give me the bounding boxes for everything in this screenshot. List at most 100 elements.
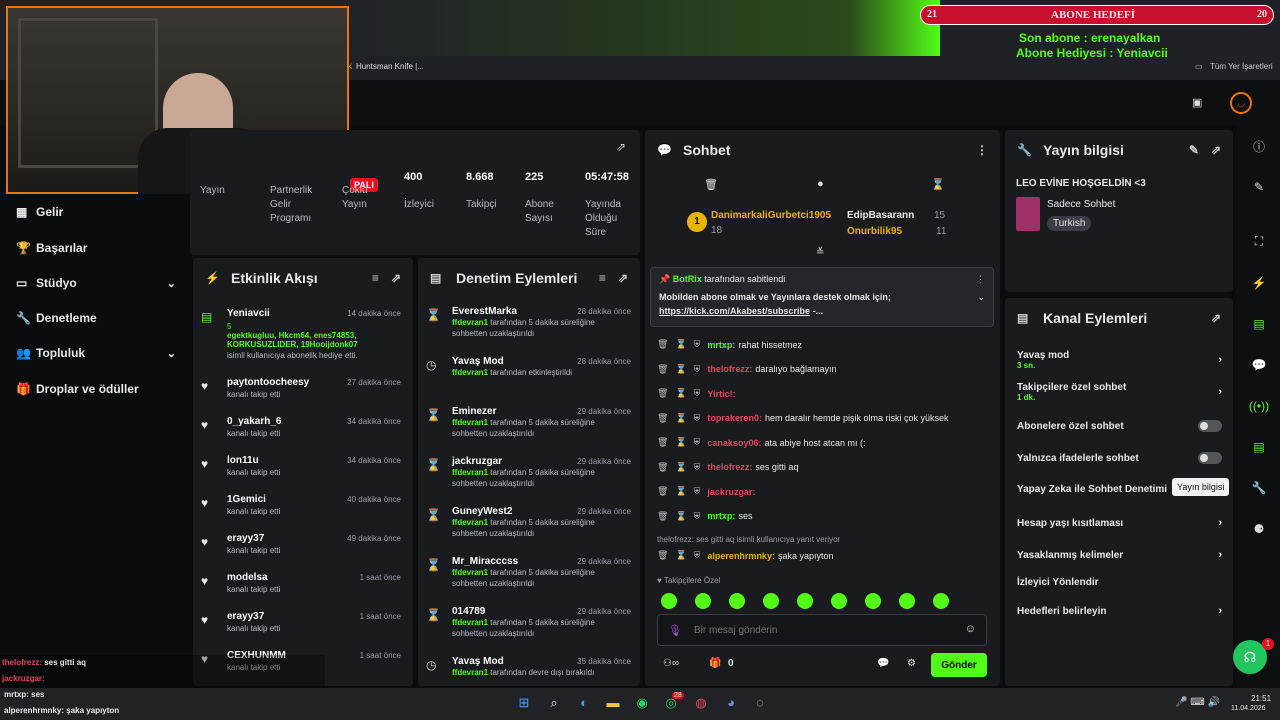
points-icon[interactable]: ⚇∞ xyxy=(663,658,679,669)
popout-icon[interactable]: ⇗ xyxy=(616,140,626,154)
hourglass-icon[interactable]: ⌛ xyxy=(675,364,686,375)
hourglass-icon[interactable]: ⌛ xyxy=(931,178,945,191)
trash-icon[interactable]: 🗑 xyxy=(657,388,668,399)
discord-icon[interactable]: ◕ xyxy=(721,695,741,715)
chat-bubble-icon[interactable]: ● xyxy=(817,178,824,190)
hourglass-icon[interactable]: ⌛ xyxy=(675,486,686,497)
sidebar-item-denetleme[interactable]: 🔧 Denetleme xyxy=(16,311,176,325)
channel-action-item[interactable]: Hesap yaşı kısıtlaması › xyxy=(1017,517,1222,529)
popout-icon[interactable]: ⇗ xyxy=(391,271,401,285)
shield-icon[interactable]: ⛨ xyxy=(694,364,701,375)
gift-icon[interactable]: 🎁 xyxy=(709,658,721,669)
trash-icon[interactable]: 🗑 xyxy=(657,511,668,522)
bolt-icon[interactable]: ⚡ xyxy=(1244,268,1274,298)
popout-icon[interactable]: ⇗ xyxy=(1211,311,1221,325)
trash-icon[interactable]: 🗑 xyxy=(657,437,668,448)
windows-start-icon[interactable]: ⊞ xyxy=(514,695,534,715)
trash-icon[interactable]: 🗑 xyxy=(657,364,668,375)
app-icon[interactable]: ◌ xyxy=(750,695,770,715)
popout-icon[interactable]: ⇗ xyxy=(1211,143,1221,157)
trash-icon[interactable]: 🗑 xyxy=(657,550,668,561)
sidebar-item-topluluk[interactable]: 👥 Topluluk ⌄ xyxy=(16,346,176,360)
hourglass-icon[interactable]: ⌛ xyxy=(675,550,686,561)
more-icon[interactable]: ⋮ xyxy=(976,274,985,285)
filter-icon[interactable]: ≡ xyxy=(372,271,379,285)
category-name[interactable]: Sadece Sohbet xyxy=(1047,199,1115,210)
sidebar-item-gelir[interactable]: ▦ Gelir xyxy=(16,205,176,219)
chat-input[interactable] xyxy=(694,622,944,638)
pinned-link[interactable]: https://kick.com/Akabest/subscribe xyxy=(659,306,810,316)
chevron-right-icon[interactable]: › xyxy=(1218,354,1222,366)
leader-1-name[interactable]: DanimarkaliGurbetci1905 xyxy=(711,210,831,221)
trash-icon[interactable]: 🗑 xyxy=(657,486,668,497)
spotify-icon[interactable]: ◉ xyxy=(632,695,652,715)
channel-action-item[interactable]: Yalnızca ifadelerle sohbet xyxy=(1017,452,1222,464)
add-widget-icon[interactable]: ⚈ xyxy=(1244,514,1274,544)
folder-icon[interactable]: ▬ xyxy=(603,695,623,715)
pencil-icon[interactable]: ✎ xyxy=(1244,172,1274,202)
trash-icon[interactable]: 🗑 xyxy=(657,462,668,473)
hourglass-icon[interactable]: ⌛ xyxy=(675,437,686,448)
broadcast-icon[interactable]: ((•)) xyxy=(1244,391,1274,421)
shield-icon[interactable]: ⛨ xyxy=(694,462,701,473)
sidebar-item-studyo[interactable]: ▭ Stüdyo ⌄ xyxy=(16,276,176,290)
channel-action-item[interactable]: Yasaklanmış kelimeler › xyxy=(1017,549,1222,561)
toggle-switch[interactable] xyxy=(1198,420,1222,432)
hourglass-icon[interactable]: ⌛ xyxy=(675,388,686,399)
sidebar-item-droplar[interactable]: 🎁 Droplar ve ödüller xyxy=(16,382,176,396)
emoji-icon[interactable]: ☺ xyxy=(965,623,976,635)
filter-icon[interactable]: ≡ xyxy=(599,271,606,285)
send-button[interactable]: Gönder xyxy=(931,653,987,677)
hourglass-icon[interactable]: ⌛ xyxy=(675,413,686,424)
trash-icon[interactable]: 🗑 xyxy=(704,178,718,191)
trash-icon[interactable]: 🗑 xyxy=(657,339,668,350)
edge-icon[interactable]: ◐ xyxy=(574,695,594,715)
chevron-right-icon[interactable]: › xyxy=(1218,517,1222,529)
more-icon[interactable]: ⋮ xyxy=(976,143,988,157)
shield-icon[interactable]: ⛨ xyxy=(694,511,701,522)
chat-bubble-icon[interactable]: 💬 xyxy=(1244,350,1274,380)
chat-bubble-icon[interactable]: 💬 xyxy=(877,658,889,669)
shield-icon[interactable]: ⛨ xyxy=(694,486,701,497)
kick-logo-icon[interactable]: ▣ xyxy=(1192,96,1202,109)
list-icon[interactable]: ▤ xyxy=(1244,432,1274,462)
pencil-icon[interactable]: ✎ xyxy=(1189,143,1199,157)
fullscreen-icon[interactable]: ⛶ xyxy=(1244,226,1274,256)
document-icon[interactable]: ▤ xyxy=(1244,309,1274,339)
hourglass-icon[interactable]: ⌛ xyxy=(675,511,686,522)
hourglass-icon[interactable]: ⌛ xyxy=(675,462,686,473)
chevron-down-icon[interactable]: ≚ xyxy=(816,247,824,258)
all-bookmarks[interactable]: Tüm Yer İşaretleri xyxy=(1210,62,1273,71)
search-icon[interactable]: ⌕ xyxy=(544,695,564,715)
tray-icons[interactable]: 🎤 ⌨ 🔊 xyxy=(1175,697,1220,708)
emote-row[interactable] xyxy=(661,593,991,630)
chrome-icon[interactable]: ◍ xyxy=(691,695,711,715)
chevron-right-icon[interactable]: › xyxy=(1218,605,1222,617)
shield-icon[interactable]: ⛨ xyxy=(694,550,701,561)
trash-icon[interactable]: 🗑 xyxy=(657,413,668,424)
sidebar-item-basarilar[interactable]: 🏆 Başarılar xyxy=(16,241,176,255)
channel-action-item[interactable]: İzleyici Yönlendir xyxy=(1017,577,1222,588)
info-icon[interactable]: ⓘ xyxy=(1244,131,1274,161)
shield-icon[interactable]: ⛨ xyxy=(694,413,701,424)
mic-icon[interactable]: 🎙 xyxy=(668,624,682,637)
shield-icon[interactable]: ⛨ xyxy=(694,437,701,448)
leader-2-name[interactable]: EdipBasarann xyxy=(847,210,914,221)
hourglass-icon[interactable]: ⌛ xyxy=(675,339,686,350)
chevron-right-icon[interactable]: › xyxy=(1218,386,1222,398)
chevron-right-icon[interactable]: › xyxy=(1218,549,1222,561)
shield-icon[interactable]: ⛨ xyxy=(694,339,701,350)
avatar[interactable]: ◡ xyxy=(1230,92,1252,114)
channel-action-item[interactable]: Takipçilere özel sohbet 1 dk. › xyxy=(1017,382,1222,402)
toggle-switch[interactable] xyxy=(1198,452,1222,464)
chevron-down-icon[interactable]: ⌄ xyxy=(977,292,985,303)
wrench-icon[interactable]: 🔧 xyxy=(1244,473,1274,503)
shield-icon[interactable]: ⛨ xyxy=(694,388,701,399)
channel-action-item[interactable]: Abonelere özel sohbet xyxy=(1017,420,1222,432)
channel-action-item[interactable]: Yavaş mod 3 sn. › xyxy=(1017,350,1222,370)
gear-icon[interactable]: ⚙ xyxy=(907,658,916,669)
bookmark-item[interactable]: Huntsman Knife |... xyxy=(356,62,424,71)
popout-icon[interactable]: ⇗ xyxy=(618,271,628,285)
leader-3-name[interactable]: Onurbilik95 xyxy=(847,226,902,237)
channel-action-item[interactable]: Hedefleri belirleyin › xyxy=(1017,605,1222,617)
